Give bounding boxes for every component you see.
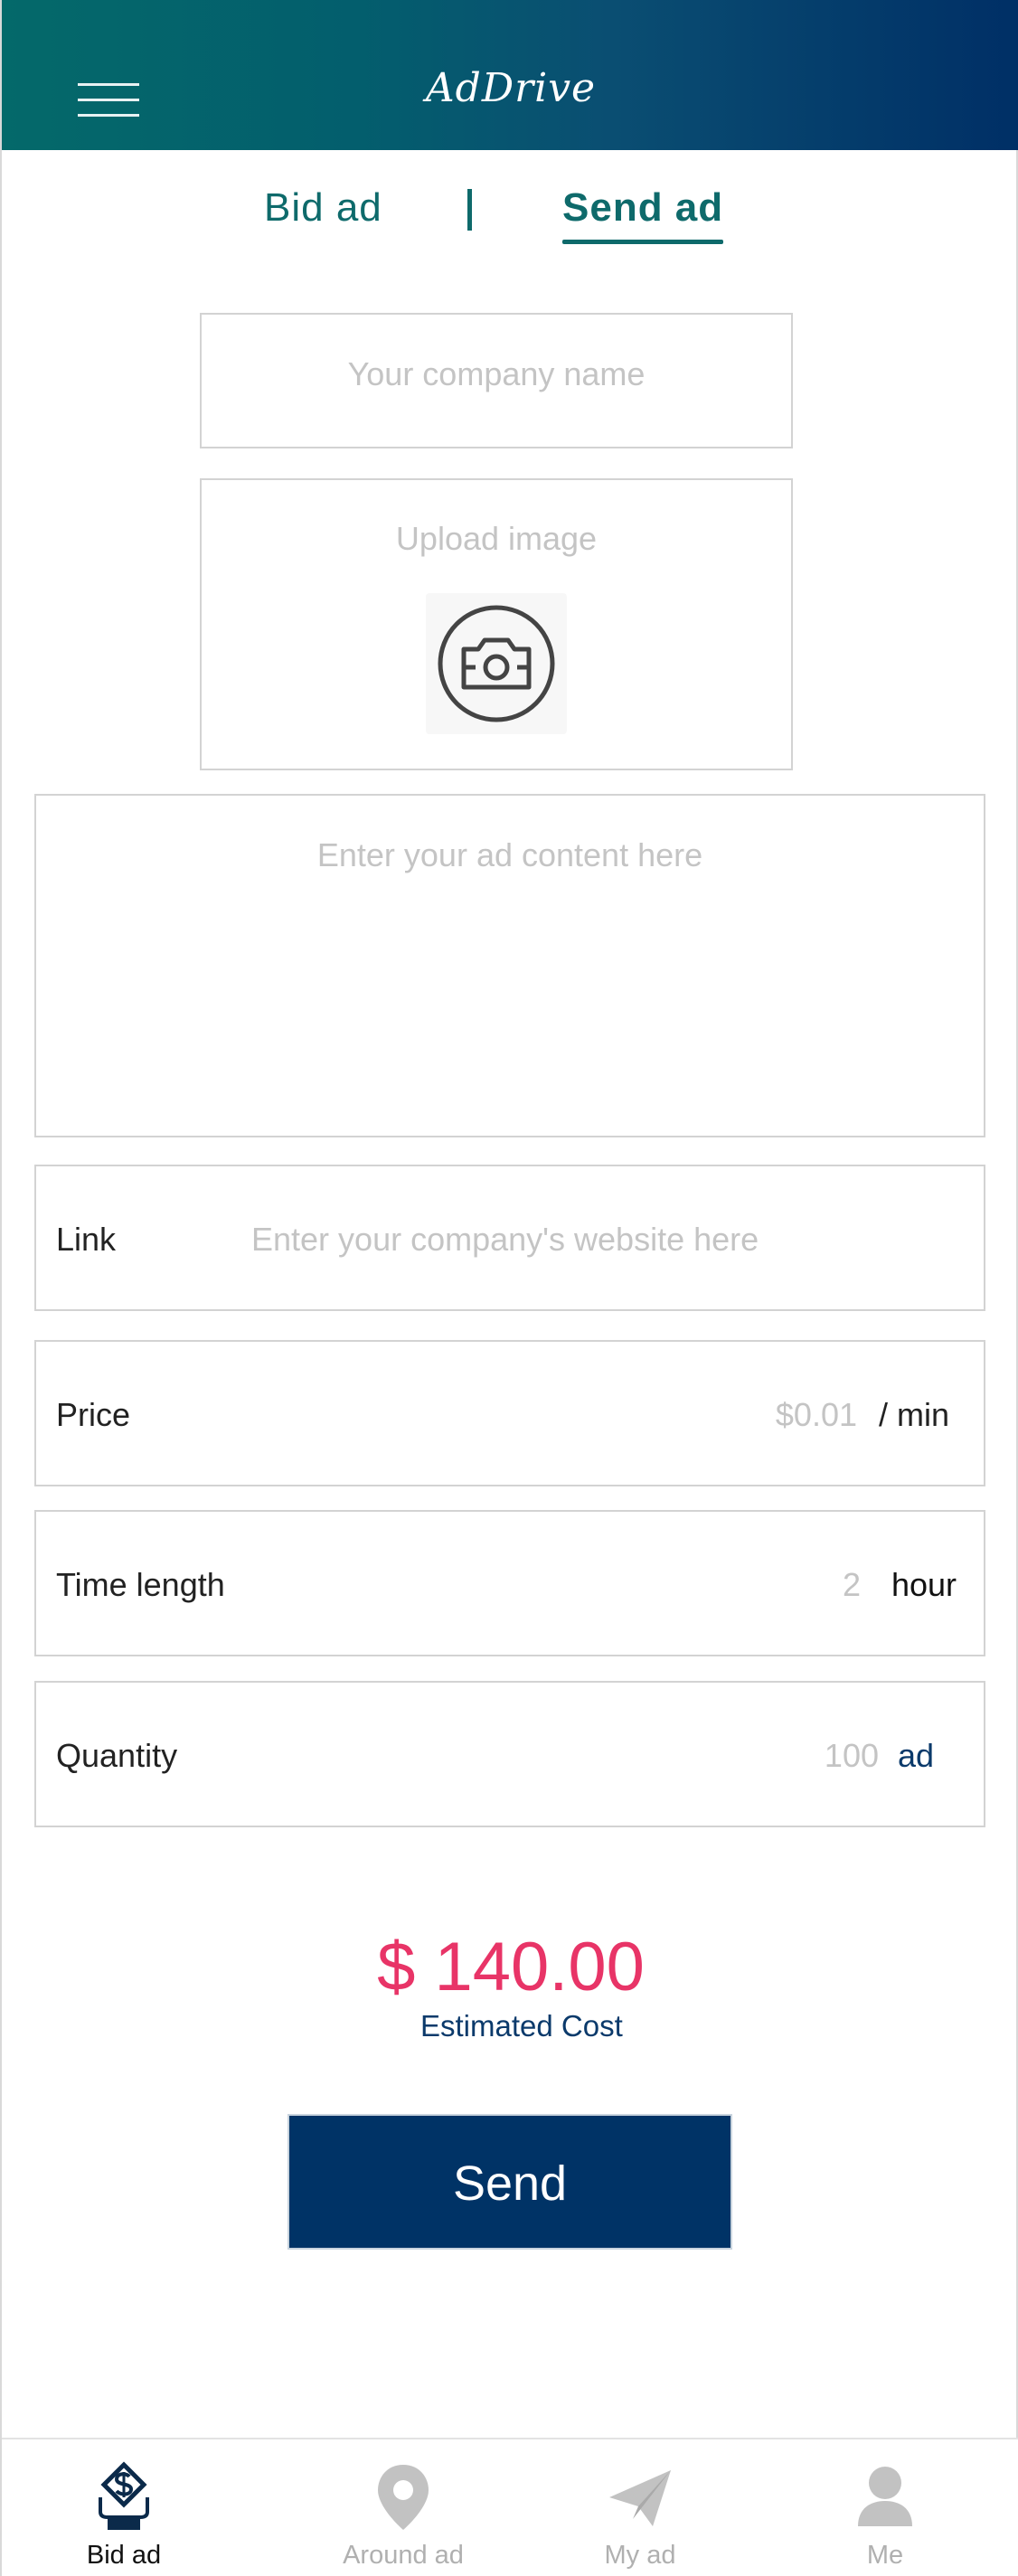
time-length-field[interactable]: Time length 2 hour <box>34 1510 985 1656</box>
nav-label-me: Me <box>866 2541 904 2570</box>
link-placeholder: Enter your company's website here <box>251 1221 759 1258</box>
estimated-cost-amount: $ 140.00 <box>377 1929 645 2005</box>
location-pin-icon <box>367 2461 439 2534</box>
ad-content-placeholder: Enter your ad content here <box>316 836 703 873</box>
app-frame: AdDrive Bid ad Send ad Your company name… <box>0 0 1018 2576</box>
user-icon <box>849 2461 921 2534</box>
nav-item-bid-ad[interactable]: Bid ad <box>42 2439 205 2576</box>
app-logo: AdDrive <box>425 65 597 111</box>
quantity-unit: ad <box>897 1737 934 1774</box>
time-length-label: Time length <box>56 1566 225 1603</box>
nav-label-around-ad: Around ad <box>343 2541 464 2570</box>
nav-item-me[interactable]: Me <box>804 2439 966 2576</box>
upload-image-label: Upload image <box>395 520 598 557</box>
send-button[interactable]: Send <box>287 2114 732 2250</box>
estimated-cost-label: Estimated Cost <box>420 2009 623 2043</box>
quantity-label: Quantity <box>56 1737 178 1774</box>
time-length-value[interactable]: 2 <box>843 1566 861 1604</box>
price-label: Price <box>56 1396 131 1433</box>
nav-label-my-ad: My ad <box>604 2541 676 2570</box>
upload-image-area[interactable]: Upload image <box>200 478 793 770</box>
quantity-value[interactable]: 100 <box>825 1737 879 1775</box>
price-unit: / min <box>878 1396 949 1433</box>
ad-tabs: Bid ad Send ad <box>2 185 1018 249</box>
nav-item-my-ad[interactable]: My ad <box>559 2439 721 2576</box>
app-header: AdDrive <box>2 0 1018 150</box>
quantity-field[interactable]: Quantity 100 ad <box>34 1681 985 1827</box>
paper-plane-icon <box>604 2461 676 2534</box>
company-name-input[interactable]: Your company name <box>200 313 793 448</box>
bottom-navigation: Bid ad Around ad My ad Me <box>2 2438 1018 2576</box>
tab-send-ad-label: Send ad <box>562 185 724 230</box>
price-field[interactable]: Price $0.01 / min <box>34 1340 985 1486</box>
price-value[interactable]: $0.01 <box>776 1396 857 1434</box>
nav-item-around-ad[interactable]: Around ad <box>322 2439 485 2576</box>
nav-label-bid-ad: Bid ad <box>86 2541 162 2570</box>
tab-separator <box>467 189 472 231</box>
time-length-unit: hour <box>891 1566 957 1603</box>
tab-bid-ad[interactable]: Bid ad <box>264 185 382 231</box>
ad-content-textarea[interactable]: Enter your ad content here <box>34 794 985 1137</box>
link-field[interactable]: Link Enter your company's website here <box>34 1165 985 1311</box>
company-name-placeholder: Your company name <box>347 355 646 392</box>
tab-send-ad[interactable]: Send ad <box>562 185 724 244</box>
link-label: Link <box>56 1221 117 1258</box>
bid-ad-icon <box>88 2461 160 2534</box>
active-tab-underline <box>562 240 724 244</box>
camera-icon[interactable] <box>426 593 567 734</box>
